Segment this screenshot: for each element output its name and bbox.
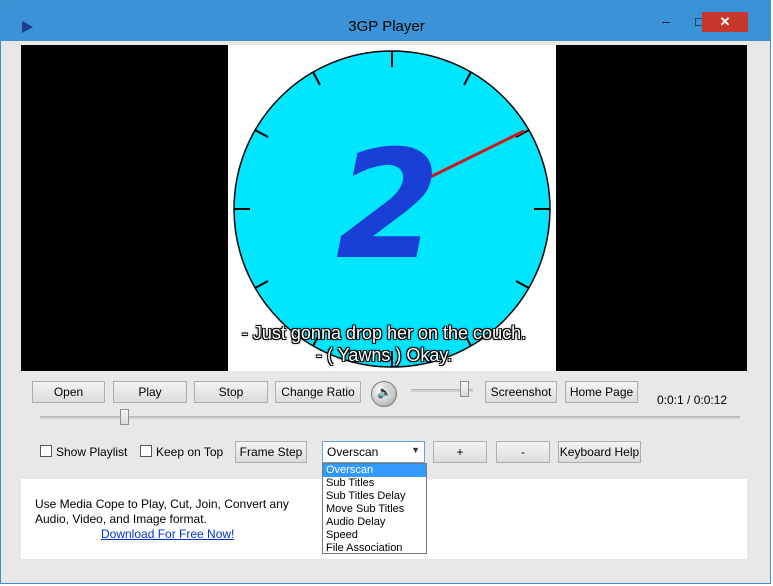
video-display[interactable]: 2 - Just gonna drop her on the couch. - …	[21, 45, 747, 371]
dropdown-item[interactable]: Overscan	[323, 464, 426, 477]
subtitle-line-2: - ( Yawns ) Okay.	[315, 345, 453, 365]
mode-dropdown-list: Overscan Sub Titles Sub Titles Delay Mov…	[322, 463, 427, 554]
title-bar[interactable]: 3GP Player – □ ✕	[1, 1, 770, 41]
time-display: 0:0:1 / 0:0:12	[657, 393, 728, 407]
dropdown-item[interactable]: Speed	[323, 529, 426, 542]
minus-button[interactable]: -	[496, 441, 550, 463]
plus-button[interactable]: +	[433, 441, 487, 463]
frame-step-button[interactable]: Frame Step	[235, 441, 307, 463]
show-playlist-label: Show Playlist	[56, 445, 128, 459]
promo-text-line-2: Audio, Video, and Image format.	[35, 512, 207, 526]
volume-slider-thumb[interactable]	[459, 381, 469, 397]
change-ratio-button[interactable]: Change Ratio	[275, 381, 361, 403]
open-button[interactable]: Open	[32, 381, 105, 403]
dropdown-item[interactable]: Audio Delay	[323, 516, 426, 529]
chevron-down-icon: ▼	[411, 445, 420, 455]
mode-select[interactable]: Overscan ▼	[322, 441, 425, 463]
mode-select-value: Overscan	[327, 445, 379, 459]
minimize-button[interactable]: –	[653, 12, 679, 32]
home-page-button[interactable]: Home Page	[565, 381, 638, 403]
dropdown-item[interactable]: Move Sub Titles	[323, 503, 426, 516]
app-window: 3GP Player – □ ✕ 2 - Just gonna drop her…	[0, 0, 771, 584]
keep-on-top-label: Keep on Top	[156, 445, 224, 459]
promo-text-line-1: Use Media Cope to Play, Cut, Join, Conve…	[35, 497, 289, 511]
countdown-number: 2	[336, 119, 440, 293]
keyboard-help-button[interactable]: Keyboard Help	[558, 441, 641, 463]
download-link[interactable]: Download For Free Now!	[101, 527, 234, 541]
seek-bar-thumb[interactable]	[120, 409, 129, 425]
dropdown-item[interactable]: Sub Titles Delay	[323, 490, 426, 503]
screenshot-button[interactable]: Screenshot	[485, 381, 557, 403]
stop-button[interactable]: Stop	[194, 381, 268, 403]
keep-on-top-checkbox[interactable]	[140, 445, 152, 457]
volume-button[interactable]: 🔊	[371, 381, 397, 407]
close-button[interactable]: ✕	[702, 12, 748, 32]
dropdown-item[interactable]: Sub Titles	[323, 477, 426, 490]
subtitle-line-1: - Just gonna drop her on the couch.	[241, 323, 527, 343]
show-playlist-checkbox[interactable]	[40, 445, 52, 457]
speaker-icon: 🔊	[377, 385, 392, 399]
dropdown-item[interactable]: File Association	[323, 542, 426, 555]
play-button[interactable]: Play	[113, 381, 187, 403]
seek-bar-track[interactable]	[40, 416, 740, 419]
